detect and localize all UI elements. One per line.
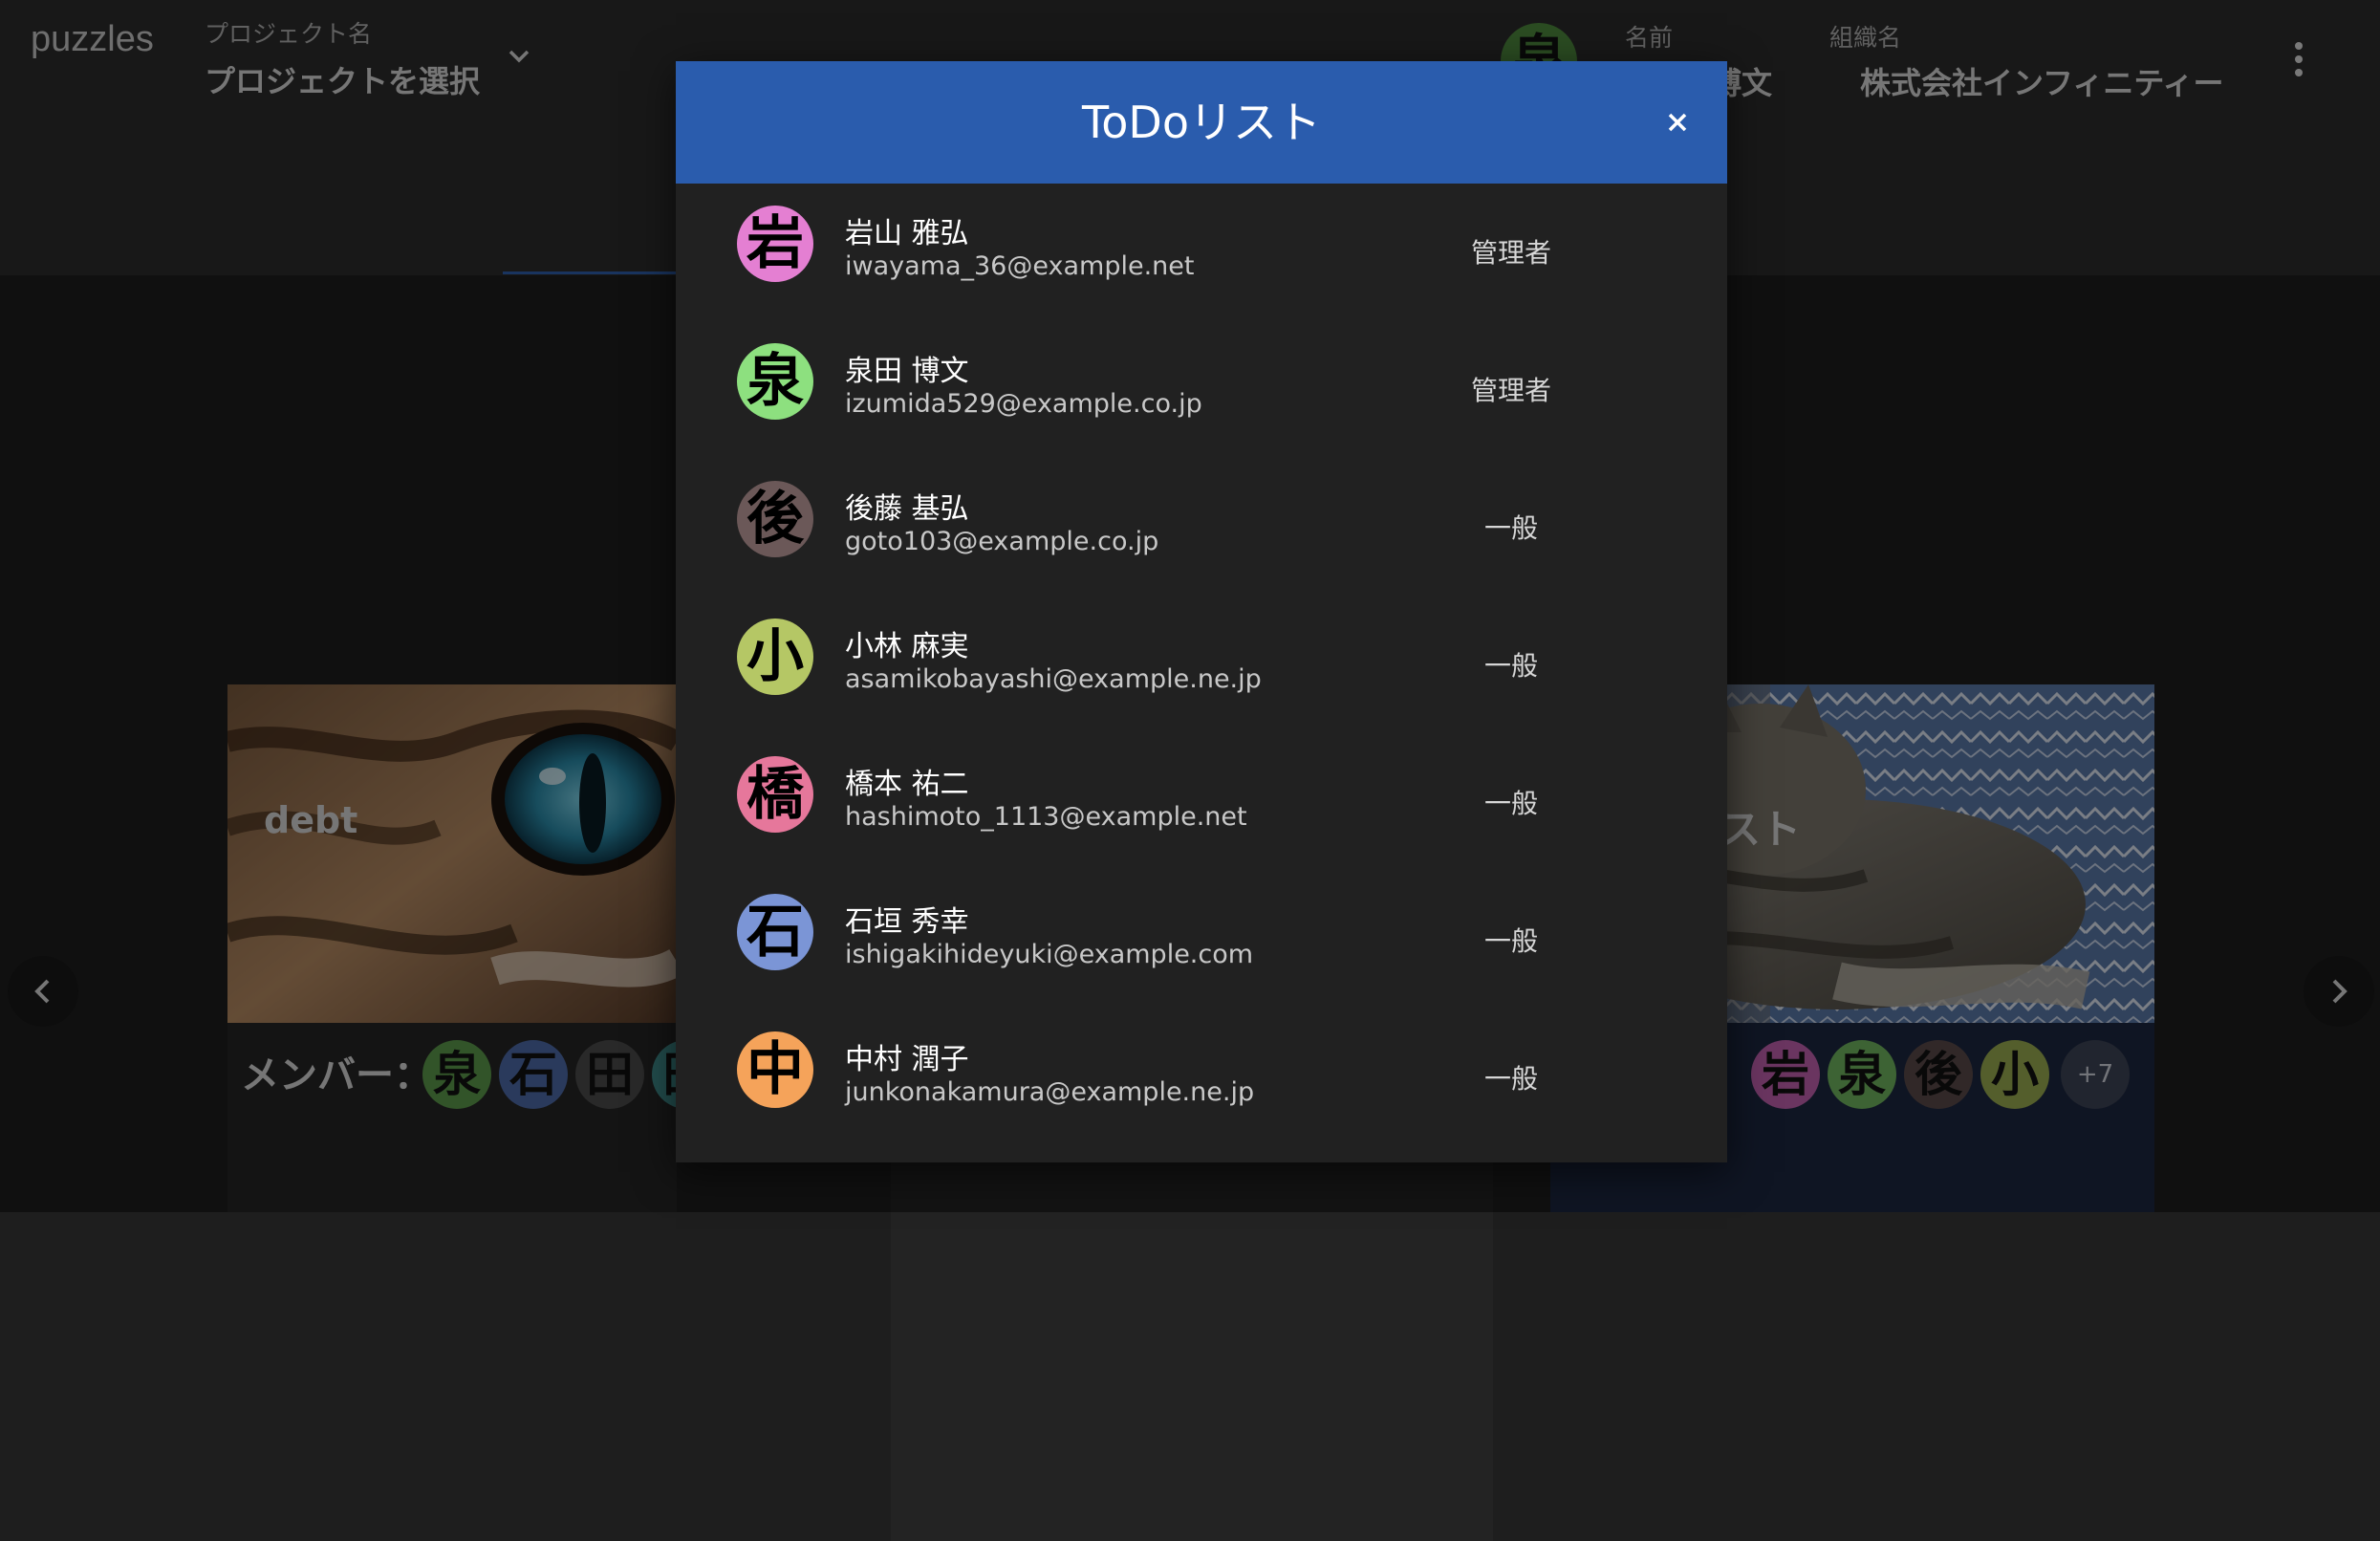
member-avatar: 岩: [737, 206, 813, 282]
member-row: 小 小林 麻実 asamikobayashi@example.ne.jp 一般: [676, 590, 1727, 727]
member-name: 中村 潤子: [845, 1043, 969, 1076]
member-email: goto103@example.co.jp: [845, 527, 1159, 556]
member-row: 泉 泉田 博文 izumida529@example.co.jp 管理者: [676, 315, 1727, 452]
member-email: junkonakamura@example.ne.jp: [845, 1077, 1255, 1107]
member-role: 一般: [1483, 650, 1538, 682]
dialog-title: ToDoリスト: [1082, 97, 1321, 148]
member-avatar: 後: [737, 481, 813, 557]
close-icon[interactable]: [1660, 105, 1695, 140]
member-row: 中 中村 潤子 junkonakamura@example.ne.jp 一般: [676, 1003, 1727, 1140]
member-row: 石 石垣 秀幸 ishigakihideyuki@example.com 一般: [676, 865, 1727, 1003]
member-avatar: 橋: [737, 756, 813, 833]
member-role: 管理者: [1470, 375, 1551, 406]
member-role: 一般: [1483, 788, 1538, 819]
member-email: hashimoto_1113@example.net: [845, 802, 1247, 832]
member-name: 後藤 基弘: [845, 492, 969, 526]
member-email: asamikobayashi@example.ne.jp: [845, 664, 1262, 694]
member-role: 管理者: [1470, 237, 1551, 269]
member-avatar: 石: [737, 894, 813, 970]
member-row: 橋 橋本 祐二 hashimoto_1113@example.net 一般: [676, 727, 1727, 865]
member-row: 後 後藤 基弘 goto103@example.co.jp 一般: [676, 452, 1727, 590]
member-row: 岩 岩山 雅弘 iwayama_36@example.net 管理者: [676, 177, 1727, 315]
member-email: ishigakihideyuki@example.com: [845, 940, 1254, 969]
member-role: 一般: [1483, 925, 1538, 957]
dialog-header: ToDoリスト: [676, 61, 1727, 184]
member-name: 橋本 祐二: [845, 768, 969, 801]
member-avatar: 小: [737, 619, 813, 695]
member-email: iwayama_36@example.net: [845, 251, 1195, 281]
member-email: izumida529@example.co.jp: [845, 389, 1202, 419]
member-name: 石垣 秀幸: [845, 905, 969, 939]
member-role: 一般: [1483, 512, 1538, 544]
member-name: 泉田 博文: [845, 355, 969, 388]
member-name: 岩山 雅弘: [845, 217, 969, 250]
member-avatar: 泉: [737, 343, 813, 420]
member-role: 一般: [1483, 1063, 1538, 1095]
member-avatar: 中: [737, 1031, 813, 1108]
member-name: 小林 麻実: [845, 630, 969, 663]
member-list-dialog: ToDoリスト 岩 岩山 雅弘 iwayama_36@example.net 管…: [676, 61, 1727, 1162]
